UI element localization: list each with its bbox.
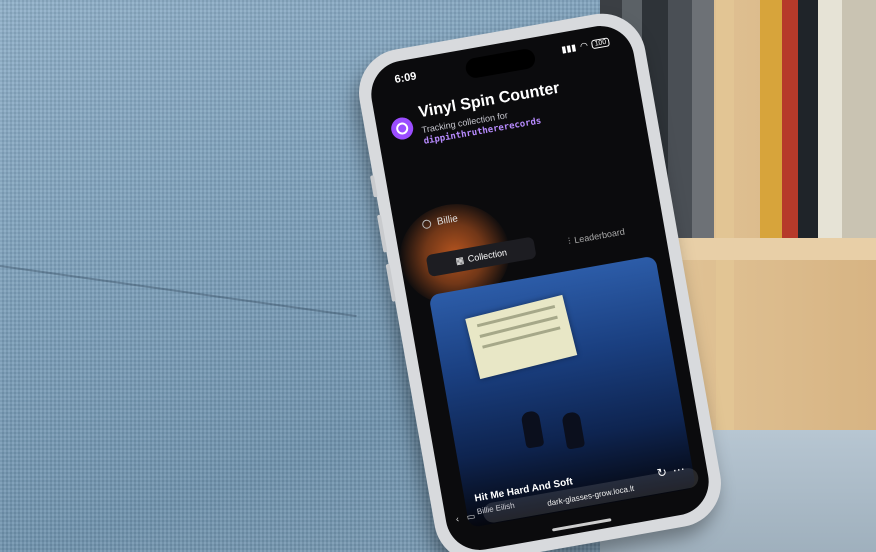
book-spine <box>818 0 842 238</box>
profile-ring-icon <box>421 218 432 230</box>
book-spine <box>842 0 876 238</box>
tab-label: Collection <box>466 247 508 265</box>
tabs-icon[interactable]: ▭ <box>466 510 476 522</box>
tab-leaderboard[interactable]: ⫶ Leaderboard <box>541 216 652 257</box>
url-text: dark-glasses-grow.loca.lt <box>546 483 635 508</box>
album-art-figure <box>520 410 545 449</box>
app-logo-icon <box>389 115 415 142</box>
shelf-post <box>716 0 734 470</box>
album-art-figure <box>561 411 586 450</box>
back-icon[interactable]: ‹ <box>455 514 460 524</box>
book-spine <box>782 0 798 238</box>
dynamic-island <box>464 47 537 80</box>
grid-icon: ▦ <box>454 254 465 266</box>
app-header: Vinyl Spin Counter Tracking collection f… <box>388 68 634 152</box>
wifi-icon: ◠ <box>579 40 589 52</box>
battery-icon: 100 <box>591 37 611 50</box>
bar-chart-icon: ⫶ <box>567 235 572 246</box>
tab-label: Leaderboard <box>573 226 626 246</box>
album-art-paper <box>465 294 578 380</box>
book-spine <box>798 0 818 238</box>
signal-icon: ▮▮▮ <box>560 42 578 55</box>
book-spine <box>692 0 714 238</box>
photo-scene: 6:09 ▮▮▮ ◠ 100 Vinyl Spin Counter Tracki… <box>0 0 876 552</box>
app-header-text: Vinyl Spin Counter Tracking collection f… <box>417 80 565 147</box>
status-time: 6:09 <box>393 70 418 86</box>
status-icons: ▮▮▮ ◠ 100 <box>561 36 611 55</box>
book-spine <box>760 0 782 238</box>
